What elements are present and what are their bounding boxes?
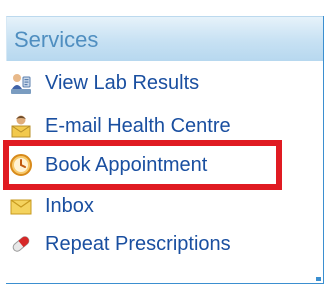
menu-item-inbox[interactable]: Inbox — [9, 191, 309, 221]
menu-item-label[interactable]: Book Appointment — [45, 154, 207, 177]
menu-item-email-health-centre[interactable]: E-mail Health Centre — [9, 111, 309, 141]
pill-icon — [9, 232, 33, 256]
services-header: Services — [6, 16, 323, 61]
menu-item-view-lab-results[interactable]: View Lab Results — [9, 68, 309, 98]
envelope-icon — [9, 194, 33, 218]
panel-corner-mark — [316, 277, 321, 281]
menu-item-repeat-prescriptions[interactable]: Repeat Prescriptions — [9, 229, 309, 259]
email-health-centre-icon — [9, 114, 33, 138]
menu-item-label[interactable]: Inbox — [45, 195, 94, 218]
lab-results-icon — [9, 71, 33, 95]
menu-item-label[interactable]: View Lab Results — [45, 72, 199, 95]
menu-item-label[interactable]: Repeat Prescriptions — [45, 233, 231, 256]
clock-icon — [9, 153, 33, 177]
services-title: Services — [14, 27, 99, 52]
menu-item-label[interactable]: E-mail Health Centre — [45, 115, 231, 138]
menu-item-book-appointment[interactable]: Book Appointment — [9, 150, 309, 180]
